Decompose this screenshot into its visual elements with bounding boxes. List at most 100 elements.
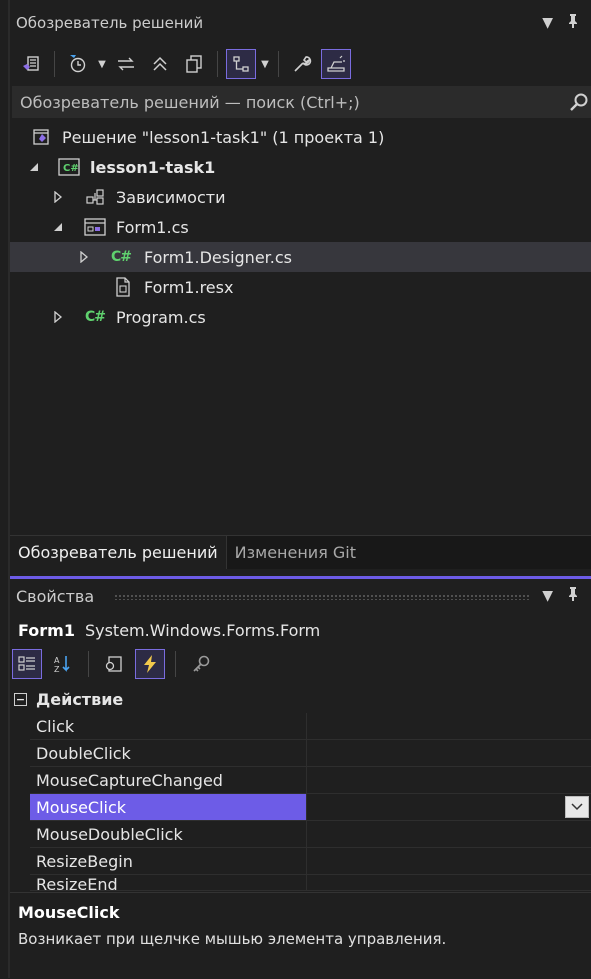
property-value[interactable] xyxy=(307,767,591,794)
dropdown-arrow-icon[interactable]: ▼ xyxy=(542,15,553,31)
switch-views-button[interactable] xyxy=(16,49,46,79)
lightning-icon xyxy=(144,655,156,673)
clock-filter-icon xyxy=(70,55,86,73)
collapse-chevrons-icon xyxy=(153,56,167,71)
property-name: ResizeEnd xyxy=(30,875,307,891)
tab-git-changes[interactable]: Изменения Git xyxy=(226,536,591,569)
value-dropdown-button[interactable] xyxy=(565,796,589,818)
property-name: MouseCaptureChanged xyxy=(30,767,307,794)
collapsed-arrow-icon[interactable] xyxy=(52,191,64,203)
categorized-button[interactable] xyxy=(12,649,42,679)
collapsed-arrow-icon[interactable] xyxy=(52,311,64,323)
property-pages-icon xyxy=(105,656,122,672)
filter-dropdown-icon[interactable]: ▼ xyxy=(97,49,107,79)
form-icon xyxy=(84,217,106,237)
properties-title: Свойства xyxy=(16,586,95,606)
property-value[interactable] xyxy=(307,713,591,740)
property-value[interactable] xyxy=(307,821,591,848)
program-label: Program.cs xyxy=(116,307,206,327)
object-name: Form1 xyxy=(18,620,75,640)
tool-window-tabs: Обозреватель решений Изменения Git xyxy=(10,535,591,569)
property-row-doubleclick[interactable]: DoubleClick xyxy=(10,740,591,767)
form1-label: Form1.cs xyxy=(116,217,189,237)
collapse-all-button[interactable] xyxy=(145,49,175,79)
property-value[interactable] xyxy=(307,875,591,891)
tree-item-form1[interactable]: Form1.cs xyxy=(10,212,591,242)
tree-item-program[interactable]: C# Program.cs xyxy=(10,302,591,332)
properties-title-bar: Свойства ▼ xyxy=(10,580,591,612)
pending-changes-filter-button[interactable] xyxy=(63,49,93,79)
solution-icon xyxy=(30,127,52,147)
property-value[interactable] xyxy=(307,740,591,767)
tree-item-form1-resx[interactable]: Form1.resx xyxy=(10,272,591,302)
solution-explorer-title-bar: Обозреватель решений ▼ xyxy=(10,6,591,40)
preview-selected-items-button[interactable] xyxy=(321,49,351,79)
csharp-file-icon: C# xyxy=(110,249,132,265)
property-name: MouseClick xyxy=(30,794,307,821)
tree-item-solution[interactable]: Решение "lesson1-task1" (1 проекта 1) xyxy=(10,122,591,152)
category-action[interactable]: − Действие xyxy=(10,686,591,713)
property-name: ResizeBegin xyxy=(30,848,307,875)
svg-text:C#: C# xyxy=(63,163,79,174)
properties-button[interactable] xyxy=(287,49,317,79)
preview-icon xyxy=(327,55,345,72)
property-row-click[interactable]: Click xyxy=(10,713,591,740)
tree-item-form1-designer[interactable]: C# Form1.Designer.cs xyxy=(10,242,591,272)
svg-text:Z: Z xyxy=(54,665,60,674)
chevron-down-icon xyxy=(571,803,583,811)
solution-explorer-search-input[interactable]: Обозреватель решений — поиск (Ctrl+;) xyxy=(12,86,591,118)
property-name: MouseDoubleClick xyxy=(30,821,307,848)
property-pages-button[interactable] xyxy=(99,649,129,679)
show-all-files-button[interactable] xyxy=(179,49,209,79)
description-text: Возникает при щелчке мышью элемента упра… xyxy=(18,930,447,948)
property-value[interactable] xyxy=(307,848,591,875)
expanded-arrow-icon[interactable] xyxy=(28,161,40,173)
csharp-file-icon: C# xyxy=(84,309,106,325)
property-row-resizebegin[interactable]: ResizeBegin xyxy=(10,848,591,875)
solution-explorer-title: Обозреватель решений xyxy=(16,14,204,32)
tree-item-dependencies[interactable]: Зависимости xyxy=(10,182,591,212)
sync-arrows-icon xyxy=(118,57,134,71)
property-grid: − Действие Click DoubleClick MouseCaptur… xyxy=(10,686,591,891)
search-placeholder: Обозреватель решений — поиск (Ctrl+;) xyxy=(20,92,360,112)
key-icon xyxy=(193,655,210,672)
files-stack-icon xyxy=(186,55,202,73)
property-row-mouseclick[interactable]: MouseClick xyxy=(10,794,591,821)
form1-designer-label: Form1.Designer.cs xyxy=(144,247,292,267)
property-value[interactable] xyxy=(307,794,591,821)
property-description: MouseClick Возникает при щелчке мышью эл… xyxy=(10,892,591,979)
property-name: Click xyxy=(30,713,307,740)
search-icon[interactable] xyxy=(569,92,589,116)
solution-explorer-toolbar: ▼ ▼ xyxy=(10,44,591,84)
property-row-mousedoubleclick[interactable]: MouseDoubleClick xyxy=(10,821,591,848)
sort-alphabetical-icon: AZ xyxy=(54,656,70,674)
property-name: DoubleClick xyxy=(30,740,307,767)
view-class-diagram-button[interactable] xyxy=(226,49,256,79)
dropdown-arrow-icon[interactable]: ▼ xyxy=(542,588,553,604)
pin-icon[interactable] xyxy=(567,586,579,606)
collapse-box-icon[interactable]: − xyxy=(14,693,27,706)
csharp-project-icon: C# xyxy=(58,157,80,177)
dependencies-icon xyxy=(84,187,106,207)
categorized-icon xyxy=(18,656,35,671)
collapsed-arrow-icon[interactable] xyxy=(78,251,90,263)
pin-icon[interactable] xyxy=(567,13,579,33)
alphabetical-button[interactable]: AZ xyxy=(48,649,78,679)
property-key-button[interactable] xyxy=(186,649,216,679)
property-row-mousecapturechanged[interactable]: MouseCaptureChanged xyxy=(10,767,591,794)
tree-item-project[interactable]: C# lesson1-task1 xyxy=(10,152,591,182)
events-button[interactable] xyxy=(135,649,165,679)
sync-with-active-document-button[interactable] xyxy=(111,49,141,79)
wrench-icon xyxy=(294,56,312,72)
object-selector[interactable]: Form1 System.Windows.Forms.Form xyxy=(10,614,591,646)
tab-solution-explorer[interactable]: Обозреватель решений xyxy=(10,536,227,569)
solution-tree: Решение "lesson1-task1" (1 проекта 1) C#… xyxy=(10,122,591,332)
expanded-arrow-icon[interactable] xyxy=(52,221,64,233)
title-grip xyxy=(114,594,529,600)
description-title: MouseClick xyxy=(18,903,120,922)
form1-resx-label: Form1.resx xyxy=(144,277,234,297)
diagram-dropdown-icon[interactable]: ▼ xyxy=(260,49,270,79)
resource-file-icon xyxy=(112,277,134,297)
property-row-resizeend[interactable]: ResizeEnd xyxy=(10,875,591,891)
dependencies-label: Зависимости xyxy=(116,187,226,207)
